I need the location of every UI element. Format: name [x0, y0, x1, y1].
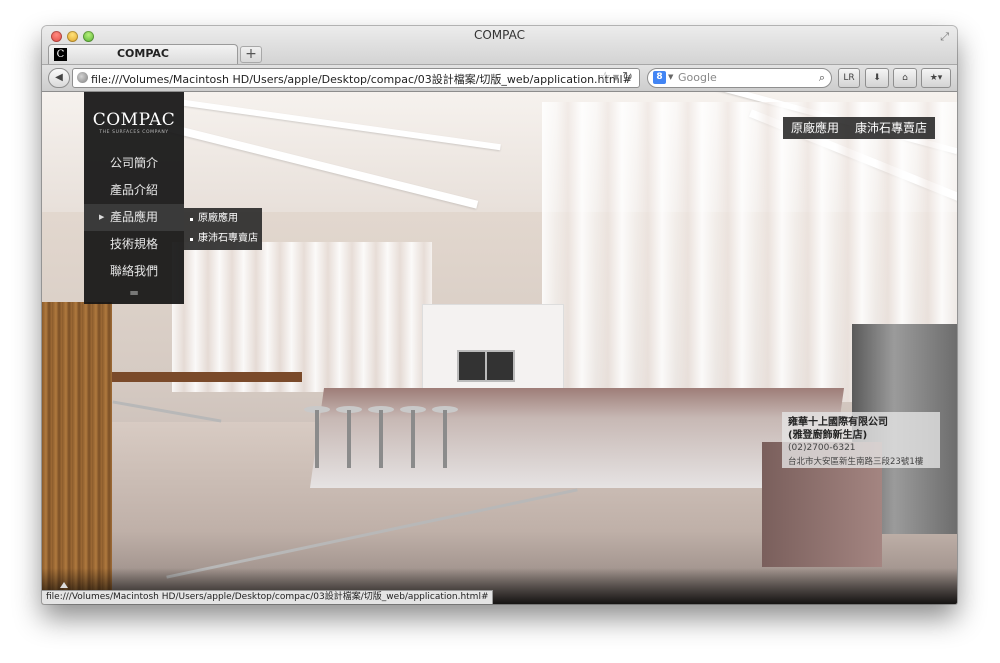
bar-stool-leg	[347, 410, 351, 468]
url-dropdown-icon[interactable]: ▼	[613, 73, 619, 82]
fullscreen-icon[interactable]: ⤢	[940, 30, 949, 44]
site-tagline: THE SURFACES COMPANY	[99, 130, 169, 135]
nav-item-applications[interactable]: ▶ 產品應用	[84, 204, 184, 231]
bookmark-star-icon[interactable]: ☆	[599, 70, 611, 85]
tab-title: COMPAC	[116, 47, 169, 60]
home-icon: ⌂	[902, 73, 908, 83]
site-logo[interactable]: COMPAC	[84, 110, 184, 130]
top-link-factory[interactable]: 原廠應用	[783, 117, 847, 139]
status-bar: file:///Volumes/Macintosh HD/Users/apple…	[42, 590, 494, 604]
address-bar[interactable]: file:///Volumes/Macintosh HD/Users/apple…	[72, 68, 640, 88]
dining-table	[112, 372, 302, 382]
store-info-card: 雍華十上國際有限公司 (雅登廚飾新生店) (02)2700-6321 台北市大安區…	[782, 412, 940, 468]
url-text: file:///Volumes/Macintosh HD/Users/apple…	[91, 73, 632, 86]
tab-compac[interactable]: C COMPAC	[48, 44, 238, 64]
lr-button[interactable]: LR	[838, 68, 860, 88]
browser-window: COMPAC ⤢ C COMPAC + ◀ file:///Volumes/Ma…	[42, 26, 957, 604]
nav-item-label: 公司簡介	[109, 156, 158, 170]
nav-item-about[interactable]: 公司簡介	[84, 150, 184, 177]
globe-icon	[77, 72, 88, 83]
nav-item-label: 聯絡我們	[109, 264, 158, 278]
bar-stool-leg	[379, 410, 383, 468]
bookmarks-icon: ★▾	[929, 73, 943, 83]
home-button[interactable]: ⌂	[893, 68, 917, 88]
bar-stool-leg	[443, 410, 447, 468]
submenu-item-factory[interactable]: 原廠應用	[184, 210, 262, 228]
nav-item-specs[interactable]: 技術規格	[84, 231, 184, 258]
nav-item-contact[interactable]: 聯絡我們	[84, 258, 184, 285]
reload-icon[interactable]: ↻	[622, 70, 633, 85]
submenu-arrow-icon: ▶	[99, 213, 105, 221]
store-address: 台北市大安區新生南路三段23號1樓	[788, 457, 924, 467]
store-name-line2: (雅登廚飾新生店)	[788, 430, 868, 441]
top-right-links: 原廠應用 康沛石專賣店	[782, 117, 935, 139]
store-name-line1: 雍華十上國際有限公司	[788, 417, 888, 428]
oven	[485, 350, 515, 382]
new-tab-button[interactable]: +	[240, 46, 262, 63]
download-icon: ⬇	[873, 73, 881, 83]
site-sidebar: COMPAC THE SURFACES COMPANY 公司簡介 產品介紹 ▶ 產…	[84, 92, 184, 304]
store-name: 雍華十上國際有限公司 (雅登廚飾新生店)	[788, 416, 888, 442]
applications-submenu: 原廠應用 康沛石專賣店	[184, 208, 262, 250]
bar-stool-leg	[411, 410, 415, 468]
nav-item-label: 產品介紹	[109, 183, 158, 197]
nav-item-label: 技術規格	[109, 237, 158, 251]
menu-icon[interactable]: ═	[84, 286, 184, 300]
page-viewport: COMPAC THE SURFACES COMPANY 公司簡介 產品介紹 ▶ 產…	[42, 92, 957, 604]
download-button[interactable]: ⬇	[865, 68, 889, 88]
back-button[interactable]: ◀	[48, 68, 70, 88]
scroll-up-icon[interactable]	[60, 582, 68, 588]
nav-item-products[interactable]: 產品介紹	[84, 177, 184, 204]
store-phone: (02)2700-6321	[788, 443, 856, 453]
back-arrow-icon: ◀	[55, 72, 63, 83]
site-nav: 公司簡介 產品介紹 ▶ 產品應用 技術規格 聯絡我們	[84, 150, 184, 285]
window-curtains	[172, 242, 432, 392]
tab-strip: C COMPAC +	[42, 44, 957, 64]
bookmarks-button[interactable]: ★▾	[921, 68, 951, 88]
search-placeholder: Google	[678, 71, 717, 84]
magnifier-icon[interactable]: ⌕	[819, 71, 825, 85]
oven	[457, 350, 487, 382]
bar-stool-leg	[315, 410, 319, 468]
google-icon[interactable]: 8	[653, 71, 666, 84]
search-bar[interactable]: 8 ▼ Google ⌕	[647, 68, 832, 88]
nav-item-label: 產品應用	[109, 210, 158, 224]
search-engine-caret-icon[interactable]: ▼	[668, 73, 673, 81]
wood-column	[42, 302, 112, 604]
top-link-store[interactable]: 康沛石專賣店	[847, 117, 935, 139]
submenu-item-store[interactable]: 康沛石專賣店	[184, 230, 262, 248]
window-title: COMPAC	[473, 28, 526, 42]
toolbar: ◀ file:///Volumes/Macintosh HD/Users/app…	[42, 64, 957, 92]
title-bar: COMPAC ⤢ C COMPAC +	[42, 26, 957, 66]
